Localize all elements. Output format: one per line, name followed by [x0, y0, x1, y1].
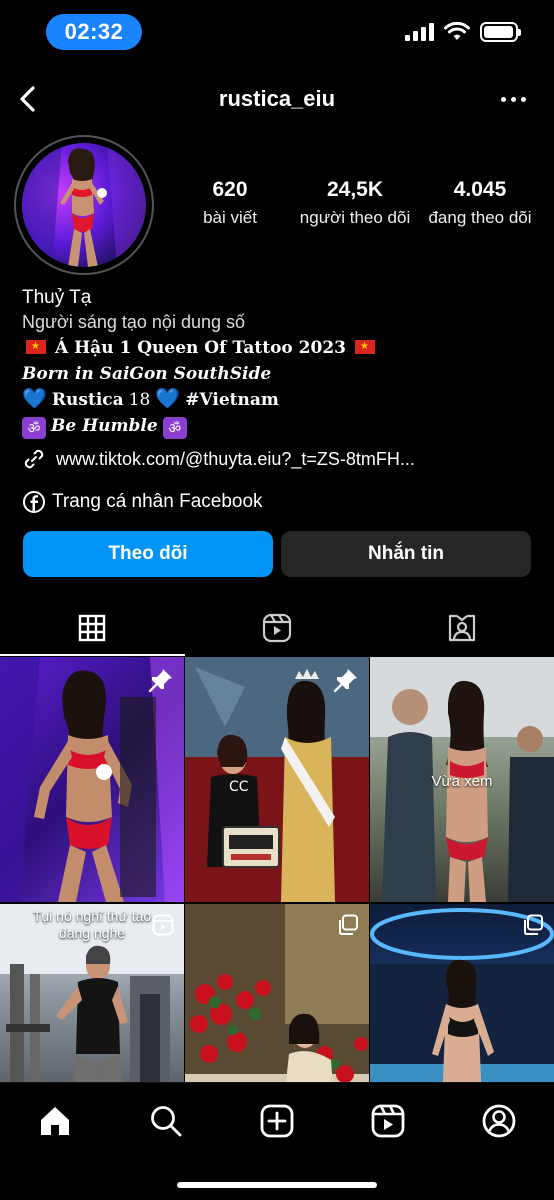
stat-followers-value: 24,5K [326, 178, 384, 201]
profile-username: rustica_eiu [218, 86, 336, 111]
blue-heart-icon: 💙 [22, 388, 47, 410]
profile-header: rustica_eiu [0, 72, 554, 126]
bottom-navigation [0, 1082, 554, 1200]
back-button[interactable] [10, 82, 44, 116]
bio-link-text: www.tiktok.com/@thuyta.eiu?_t=ZS-8tmFH..… [56, 448, 415, 469]
vietnam-flag-icon [26, 340, 46, 354]
om-icon: ॐ [162, 417, 187, 439]
status-bar: 02:32 [0, 0, 554, 68]
link-icon [24, 449, 44, 469]
grid-icon [79, 614, 106, 642]
stat-following-value: 4.045 [453, 178, 507, 201]
post-caption: Vừa xem [431, 773, 493, 790]
wifi-icon [444, 22, 470, 40]
bio-hashtag[interactable]: #Vietnam [185, 390, 279, 410]
posts-grid: CC Vừa xem Tụi nó nghĩ thứ tao đang nghe [0, 657, 554, 1149]
more-dot-icon [510, 96, 516, 102]
multi-icon [337, 914, 359, 941]
profile-name: Thuỷ Tạ [22, 287, 92, 308]
avatar-image [22, 143, 146, 267]
bio-link[interactable]: www.tiktok.com/@thuyta.eiu?_t=ZS-8tmFH..… [22, 447, 415, 471]
message-button[interactable]: Nhắn tin [281, 531, 531, 577]
stat-posts-label: bài viết [203, 208, 257, 227]
nav-home[interactable] [35, 1101, 75, 1141]
facebook-link[interactable]: Trang cá nhân Facebook [22, 490, 263, 514]
svg-text:CC: CC [229, 779, 249, 795]
stat-posts-value: 620 [212, 178, 248, 201]
bio-motto: Be Humble [51, 416, 158, 436]
home-icon [41, 1107, 70, 1135]
stat-following-label: đang theo dõi [428, 208, 532, 227]
profile-tabs [0, 600, 554, 656]
reels-icon [371, 1104, 405, 1138]
pin-icon [333, 667, 359, 698]
nav-profile[interactable] [479, 1101, 519, 1141]
follow-button[interactable]: Theo dõi [23, 531, 273, 577]
bio-origin: Born in SaiGon SouthSide [22, 364, 272, 384]
status-time: 02:32 [46, 14, 142, 50]
more-dot-icon [500, 96, 506, 102]
stat-following[interactable]: 4.045 đang theo dõi [420, 178, 540, 228]
nav-create[interactable] [257, 1101, 297, 1141]
search-icon [151, 1106, 182, 1137]
stat-followers[interactable]: 24,5K người theo dõi [295, 178, 415, 228]
tab-posts[interactable] [0, 600, 185, 656]
chevron-left-icon [20, 86, 35, 112]
battery-icon [480, 22, 521, 42]
om-icon: ॐ [22, 417, 46, 439]
more-options-button[interactable] [496, 84, 530, 114]
bio-brand: Rustica [51, 390, 124, 410]
tab-reels[interactable] [185, 600, 370, 656]
bio-number: 18 [128, 390, 151, 410]
post-thumbnail[interactable] [0, 657, 184, 902]
facebook-icon [23, 491, 45, 513]
facebook-link-text: Trang cá nhân Facebook [52, 491, 263, 512]
tagged-icon [448, 614, 475, 642]
plus-square-icon [260, 1104, 294, 1138]
home-indicator [177, 1182, 377, 1188]
signal-icon [405, 23, 434, 41]
status-icons [405, 22, 521, 42]
nav-reels[interactable] [368, 1101, 408, 1141]
more-dot-icon [520, 96, 526, 102]
post-caption: Tụi nó nghĩ thứ tao đang nghe [32, 908, 152, 941]
profile-category: Người sáng tạo nội dung số [22, 312, 245, 332]
nav-search[interactable] [146, 1101, 186, 1141]
avatar[interactable] [14, 135, 154, 275]
post-thumbnail[interactable]: CC [185, 657, 369, 902]
stat-followers-label: người theo dõi [299, 208, 411, 227]
multi-icon [522, 914, 544, 941]
blue-heart-icon: 💙 [155, 388, 181, 410]
reels-icon [262, 613, 292, 643]
profile-icon [482, 1104, 515, 1138]
profile-bio: Thuỷ Tạ Người sáng tạo nội dung số Á Hậu… [22, 285, 542, 439]
stat-posts[interactable]: 620 bài viết [170, 178, 290, 228]
vietnam-flag-icon [355, 340, 376, 354]
post-thumbnail[interactable]: Vừa xem [370, 657, 554, 902]
bio-title: Á Hậu 1 Queen Of Tattoo 2023 [55, 338, 346, 358]
reel-icon [152, 914, 174, 941]
profile-stats: 620 bài viết 24,5K người theo dõi 4.045 … [170, 178, 540, 228]
tab-tagged[interactable] [369, 600, 554, 656]
pin-icon [148, 667, 174, 698]
